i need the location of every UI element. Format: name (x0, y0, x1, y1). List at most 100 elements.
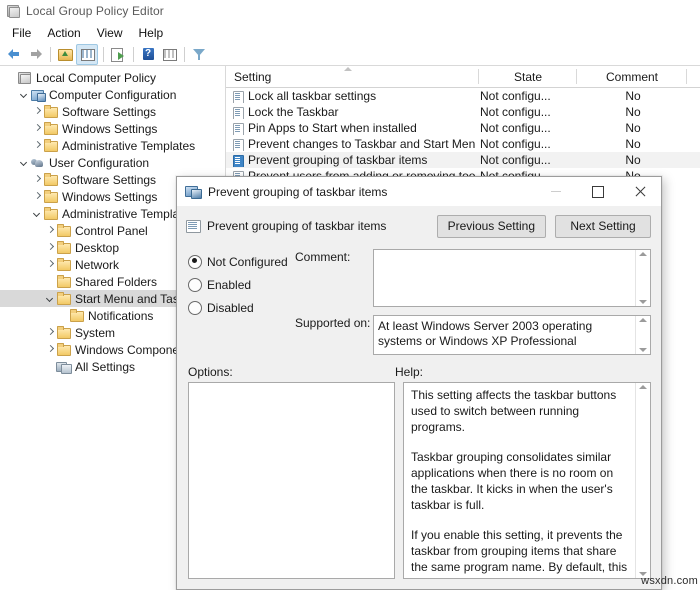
dialog-title-bar: Prevent grouping of taskbar items (177, 177, 661, 206)
export-list-button[interactable] (108, 45, 128, 64)
sort-ascending-icon (344, 67, 352, 71)
dialog-header: Prevent grouping of taskbar items Previo… (177, 206, 661, 246)
tree-item[interactable]: Computer Configuration (0, 86, 225, 103)
column-header-comment[interactable]: Comment (577, 66, 687, 87)
comment-scrollbar[interactable] (635, 250, 650, 306)
column-header-setting[interactable]: Setting (226, 66, 479, 87)
window-title-bar: Local Group Policy Editor (0, 0, 700, 22)
forward-icon (29, 49, 42, 60)
help-scrollbar[interactable] (635, 383, 650, 578)
comment-field-row: Comment: (295, 249, 651, 315)
tree-item[interactable]: Local Computer Policy (0, 69, 225, 86)
filter-icon (192, 47, 207, 61)
tree-item[interactable]: Windows Settings (0, 120, 225, 137)
menu-help[interactable]: Help (131, 24, 172, 42)
back-button[interactable] (4, 45, 24, 64)
dialog-section-labels: Options: Help: (177, 355, 661, 379)
tree-item-label: Desktop (72, 241, 119, 255)
view-button[interactable] (159, 45, 179, 64)
policy-state-radio-group[interactable]: Not Configured Enabled Disabled (188, 249, 295, 355)
radio-not-configured[interactable]: Not Configured (188, 250, 295, 273)
options-pane[interactable] (188, 382, 395, 579)
comment-label: Comment: (295, 249, 373, 264)
toolbar-separator-1 (50, 47, 51, 62)
table-row[interactable]: Prevent changes to Taskbar and Start Men… (226, 136, 700, 152)
watermark: wsxdn.com (641, 575, 698, 587)
forward-button[interactable] (25, 45, 45, 64)
cell-setting-label: Pin Apps to Start when installed (248, 121, 417, 135)
radio-disabled[interactable]: Disabled (188, 296, 295, 319)
radio-label: Enabled (207, 278, 251, 292)
cell-comment: No (578, 105, 688, 119)
menu-action[interactable]: Action (39, 24, 88, 42)
users-icon (30, 156, 46, 170)
folder-icon (43, 190, 59, 204)
help-pane[interactable]: This setting affects the taskbar buttons… (403, 382, 651, 579)
supported-on-textarea[interactable]: At least Windows Server 2003 operating s… (373, 315, 651, 355)
help-icon (141, 47, 156, 61)
tree-item-label: Administrative Templates (59, 139, 195, 153)
table-row[interactable]: Pin Apps to Start when installedNot conf… (226, 120, 700, 136)
table-row[interactable]: Lock the TaskbarNot configu...No (226, 104, 700, 120)
supported-on-value: At least Windows Server 2003 operating s… (374, 316, 635, 354)
close-button[interactable] (619, 177, 661, 206)
cell-setting-label: Lock all taskbar settings (248, 89, 376, 103)
up-one-level-button[interactable] (55, 45, 75, 64)
scroll-down-icon[interactable] (639, 300, 647, 304)
help-label: Help: (395, 365, 651, 379)
column-header-comment-label: Comment (606, 70, 658, 84)
policy-setting-icon (186, 220, 201, 233)
table-row[interactable]: Lock all taskbar settingsNot configu...N… (226, 88, 700, 104)
radio-label: Disabled (207, 301, 254, 315)
filter-button[interactable] (189, 45, 209, 64)
menu-bar: File Action View Help (0, 22, 700, 43)
radio-label: Not Configured (207, 255, 288, 269)
help-paragraph: If you enable this setting, it prevents … (411, 527, 629, 578)
help-paragraph: Taskbar grouping consolidates similar ap… (411, 449, 629, 513)
help-button[interactable] (138, 45, 158, 64)
maximize-button[interactable] (577, 177, 619, 206)
policy-setting-icon (231, 138, 244, 151)
tree-item-label: Windows Settings (59, 122, 157, 136)
back-icon (8, 49, 21, 60)
cell-setting: Pin Apps to Start when installed (226, 121, 476, 135)
cell-setting-label: Prevent grouping of taskbar items (248, 153, 427, 167)
table-row[interactable]: Prevent grouping of taskbar items Not con… (226, 152, 700, 168)
column-header-state[interactable]: State (479, 66, 577, 87)
supported-on-scrollbar[interactable] (635, 316, 650, 354)
cell-comment: No (578, 89, 688, 103)
scroll-up-icon[interactable] (639, 318, 647, 322)
tree-item[interactable]: User Configuration (0, 154, 225, 171)
tree-item-label: Computer Configuration (46, 88, 176, 102)
column-header-state-label: State (514, 70, 542, 84)
cell-state: Not configu... (476, 153, 578, 167)
tree-item[interactable]: Software Settings (0, 103, 225, 120)
toolbar-separator-4 (184, 47, 185, 62)
previous-setting-button[interactable]: Previous Setting (437, 215, 546, 238)
menu-view[interactable]: View (89, 24, 131, 42)
supported-on-field-row: Supported on: At least Windows Server 20… (295, 315, 651, 355)
minimize-button[interactable] (535, 177, 577, 206)
policy-setting-icon (231, 122, 244, 135)
dialog-bottom-panes: This setting affects the taskbar buttons… (177, 379, 661, 589)
tree-item-label: Control Panel (72, 224, 148, 238)
toolbar-separator-2 (103, 47, 104, 62)
cell-setting: Prevent changes to Taskbar and Start Men… (226, 137, 476, 151)
tree-item[interactable]: Administrative Templates (0, 137, 225, 154)
folder-icon (56, 343, 72, 357)
menu-file[interactable]: File (4, 24, 39, 42)
scroll-up-icon[interactable] (639, 252, 647, 256)
scroll-up-icon[interactable] (639, 385, 647, 389)
folder-icon (43, 207, 59, 221)
next-setting-button[interactable]: Next Setting (555, 215, 651, 238)
radio-enabled[interactable]: Enabled (188, 273, 295, 296)
folder-icon (69, 309, 85, 323)
tree-item-label: Shared Folders (72, 275, 157, 289)
scroll-down-icon[interactable] (639, 348, 647, 352)
comment-textarea[interactable] (373, 249, 651, 307)
dialog-title: Prevent grouping of taskbar items (208, 185, 535, 199)
cell-setting-label: Prevent changes to Taskbar and Start Men… (248, 137, 476, 151)
show-hide-console-tree-button[interactable] (76, 44, 98, 65)
tree-item-label: System (72, 326, 115, 340)
dialog-fields: Comment: Supported on: At least Windows … (295, 249, 651, 355)
